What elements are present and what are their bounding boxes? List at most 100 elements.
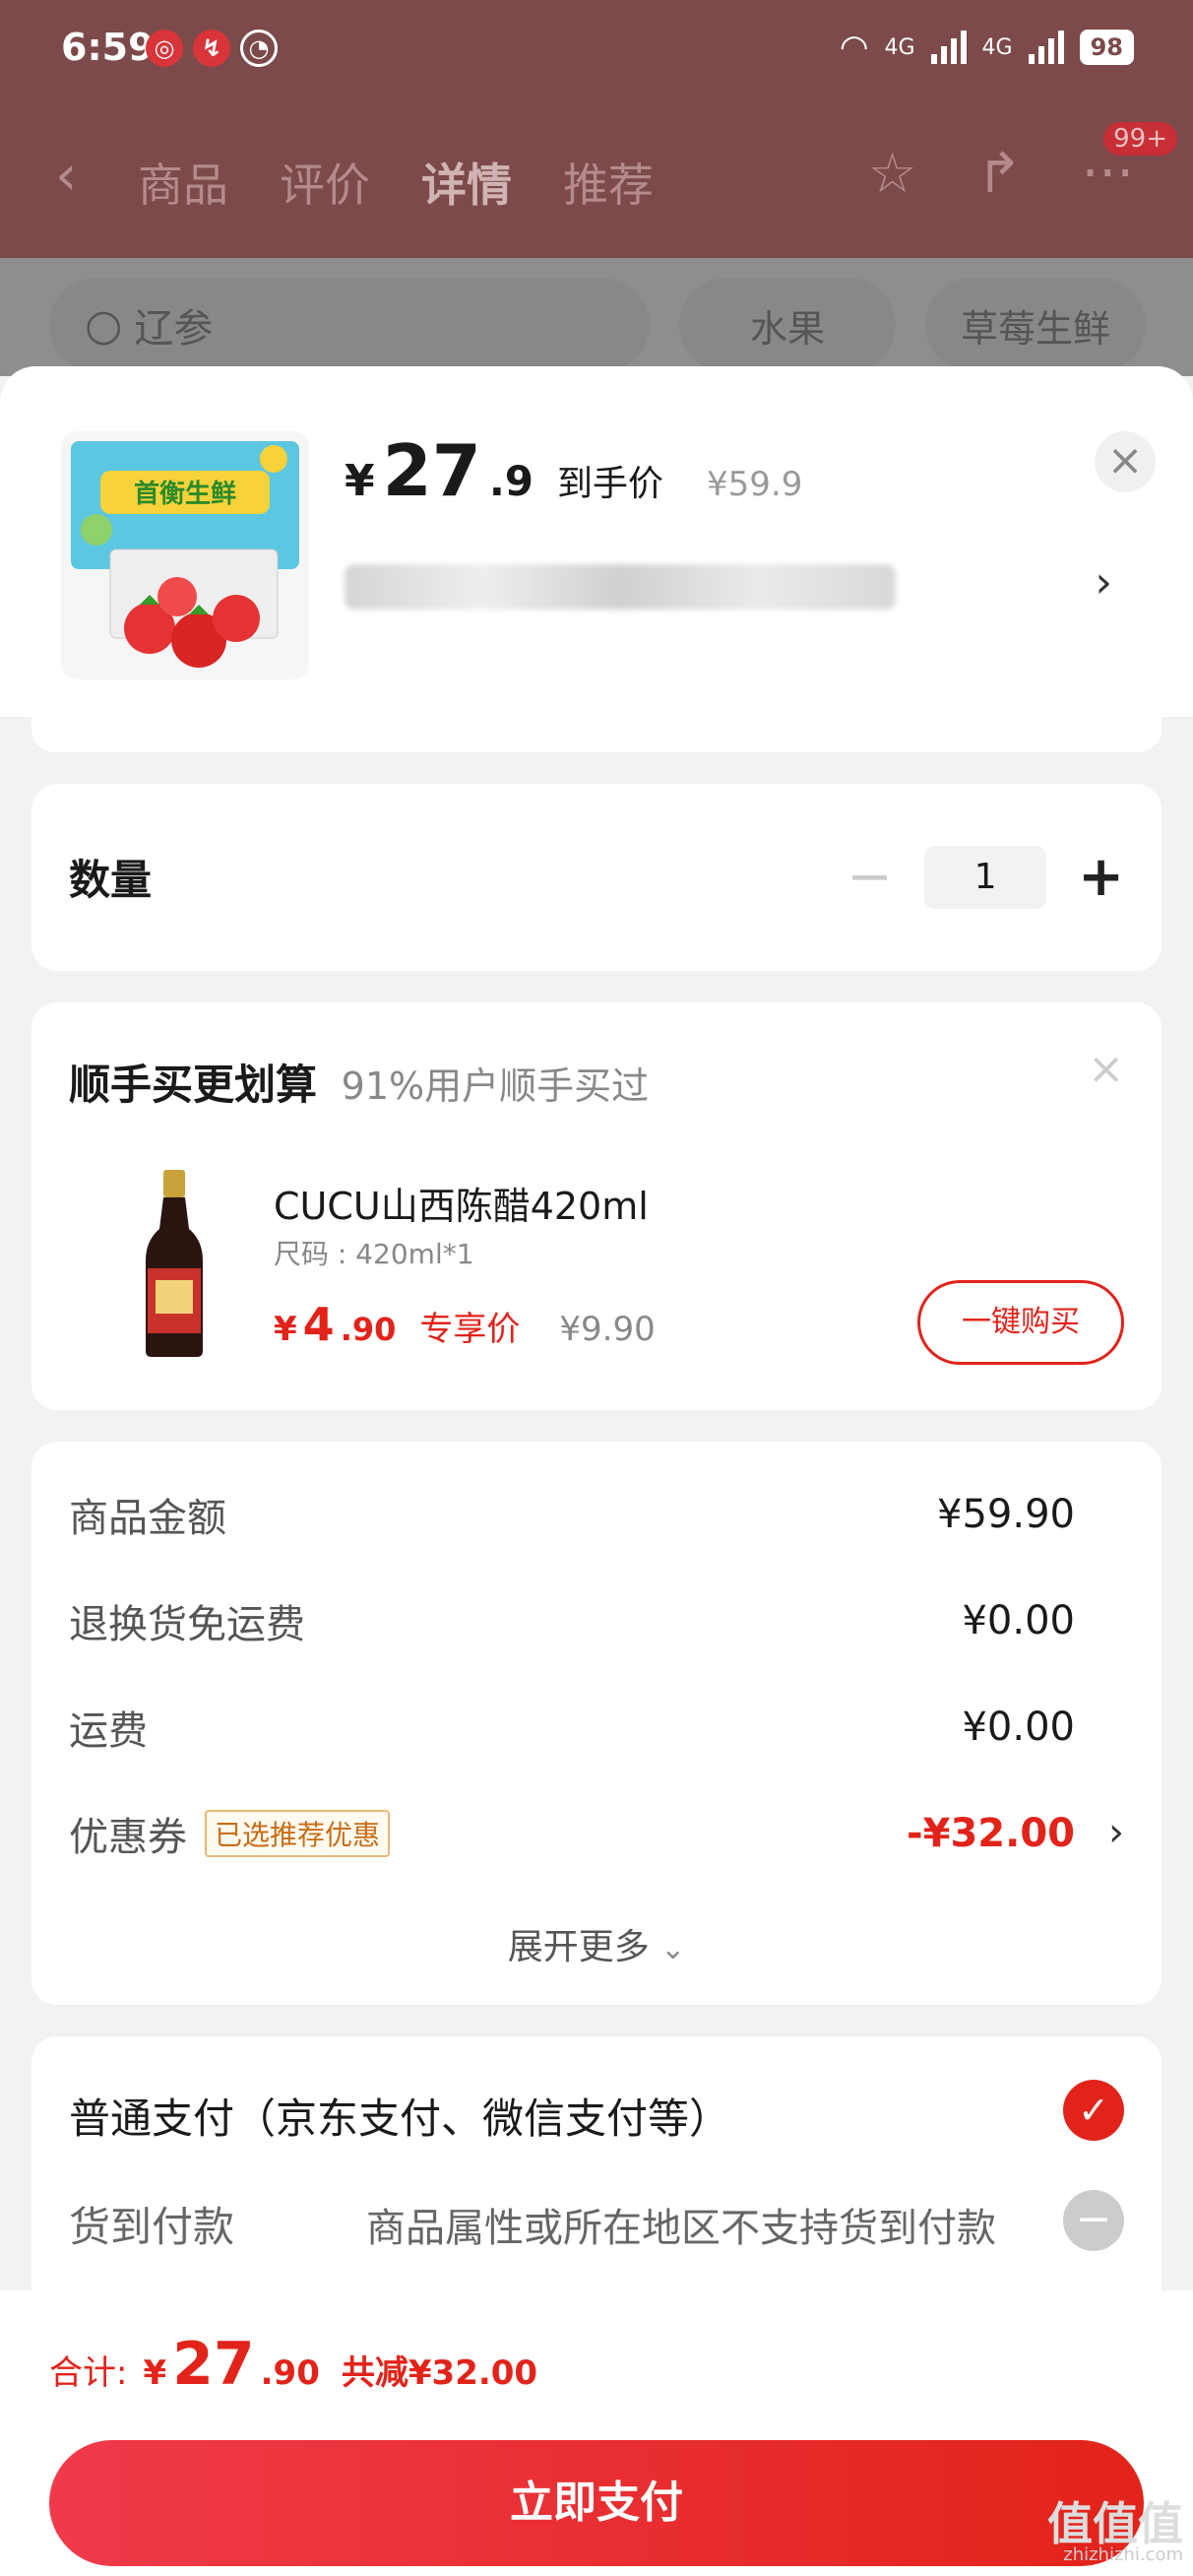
quantity-stepper: − 1 + — [847, 845, 1124, 909]
nav-tabs: 商品 评价 详情 推荐 — [138, 150, 654, 215]
checkout-footer: 合计: ¥ 27 .90 共减¥32.00 立即支付 值值值 zhizhizhi… — [0, 2290, 1193, 2576]
one-click-buy-button[interactable]: 一键购买 — [917, 1280, 1124, 1365]
vinegar-bottle-image — [130, 1170, 219, 1357]
upsell-item-name: CUCU山西陈醋420ml — [274, 1185, 649, 1228]
coupon-label: 优惠券 — [69, 1815, 187, 1860]
price-integer: 27 — [382, 429, 481, 512]
price-decimal: .9 — [488, 457, 534, 505]
summary-value: ¥59.90 — [937, 1492, 1075, 1537]
upsell-price-label: 专享价 — [419, 1310, 521, 1349]
total-decimal: .90 — [260, 2353, 320, 2393]
status-time: 6:59 — [61, 26, 155, 69]
summary-row: 运费 ¥0.00 — [69, 1698, 1075, 1757]
chevron-down-icon: ⌄ — [660, 1932, 686, 1966]
tab-recommend[interactable]: 推荐 — [563, 150, 654, 215]
summary-value: ¥0.00 — [962, 1598, 1075, 1643]
checkout-sheet: 首衡生鲜 ¥ 27 .9 到手价 ¥59.9 × › 数量 − 1 + 顺手买更… — [0, 366, 1193, 2576]
total-saved: 共减¥32.00 — [341, 2353, 538, 2393]
summary-row: 退换货免运费 ¥0.00 — [69, 1591, 1075, 1650]
payment-normal-option[interactable]: 普通支付（京东支付、微信支付等） — [69, 2086, 730, 2146]
increase-button[interactable]: + — [1078, 845, 1124, 909]
search-input[interactable]: ○ 辽参 — [49, 278, 650, 372]
product-nav: ‹ 商品 评价 详情 推荐 ☆ ↱ ··· 99+ — [0, 122, 1193, 226]
order-total: 合计: ¥ 27 .90 共减¥32.00 — [49, 2330, 537, 2399]
summary-value: ¥0.00 — [962, 1705, 1075, 1750]
close-button[interactable]: × — [1095, 431, 1156, 492]
tab-reviews[interactable]: 评价 — [280, 150, 370, 215]
quantity-card: 数量 − 1 + — [31, 784, 1162, 971]
summary-row: 商品金额 ¥59.90 — [69, 1485, 1075, 1544]
upsell-card: 顺手买更划算 91%用户顺手买过 × CUCU山西陈醋420ml 尺码 : 42… — [31, 1002, 1162, 1410]
cod-unavailable-note: 商品属性或所在地区不支持货到付款 — [366, 2206, 996, 2251]
chevron-right-icon: › — [1095, 557, 1112, 608]
summary-label: 运费 — [69, 1708, 148, 1754]
decrease-button[interactable]: − — [847, 845, 893, 909]
total-currency: ¥ — [143, 2353, 167, 2393]
total-label: 合计: — [49, 2353, 128, 2393]
search-chip[interactable]: 草莓生鲜 — [925, 278, 1146, 372]
upsell-item-spec: 尺码 : 420ml*1 — [274, 1238, 474, 1270]
summary-label: 退换货免运费 — [69, 1602, 305, 1647]
product-price: ¥ 27 .9 到手价 ¥59.9 — [345, 429, 802, 512]
quantity-label: 数量 — [69, 856, 153, 904]
watermark-sub: zhizhizhi.com — [1063, 2544, 1183, 2565]
price-currency: ¥ — [345, 456, 375, 506]
upsell-price-decimal: .90 — [340, 1311, 397, 1348]
product-thumbnail: 首衡生鲜 — [61, 431, 309, 679]
pay-now-button[interactable]: 立即支付 — [49, 2440, 1144, 2566]
status-bar: 6:59 ◎ ↯ ◔ ◠ 4G 4G 98 — [0, 0, 1193, 98]
order-summary-card: 商品金额 ¥59.90 退换货免运费 ¥0.00 运费 ¥0.00 优惠券 已选… — [31, 1442, 1162, 2005]
thumb-brand-text: 首衡生鲜 — [134, 479, 236, 509]
app-notification-icon: ↯ — [193, 30, 230, 67]
watermark-text: 值值值 — [1047, 2497, 1183, 2550]
chevron-right-icon: › — [1108, 1810, 1124, 1855]
unavailable-icon: − — [1063, 2190, 1124, 2251]
battery-icon: 98 — [1079, 30, 1134, 65]
original-price: ¥59.9 — [707, 465, 803, 504]
upsell-close-icon[interactable]: × — [1088, 1044, 1124, 1094]
message-badge: 99+ — [1103, 122, 1177, 156]
coupon-tag: 已选推荐优惠 — [205, 1810, 391, 1857]
quantity-input[interactable]: 1 — [924, 845, 1047, 909]
background-search-bar: ○ 辽参 水果 草莓生鲜 — [0, 258, 1193, 376]
tab-product[interactable]: 商品 — [138, 150, 228, 215]
watermark: 值值值 zhizhizhi.com — [1047, 2501, 1183, 2564]
back-icon[interactable]: ‹ — [55, 144, 77, 208]
coupon-label-group: 优惠券 已选推荐优惠 — [69, 1805, 391, 1862]
payment-method-card: 普通支付（京东支付、微信支付等） ✓ 货到付款 商品属性或所在地区不支持货到付款… — [31, 2036, 1162, 2332]
upsell-title-text: 顺手买更划算 — [69, 1061, 318, 1109]
check-icon[interactable]: ✓ — [1063, 2080, 1124, 2141]
app-notification-icon: ◎ — [146, 30, 183, 67]
nav-actions: ☆ ↱ ··· — [867, 142, 1134, 206]
blurred-address — [345, 564, 896, 610]
upsell-subtitle: 91%用户顺手买过 — [341, 1064, 650, 1108]
summary-label: 商品金额 — [69, 1496, 226, 1541]
tab-details[interactable]: 详情 — [421, 150, 512, 215]
upsell-price: ¥ 4 .90 专享价 ¥9.90 — [274, 1298, 656, 1351]
expand-more-button[interactable]: 展开更多 ⌄ — [31, 1918, 1162, 1969]
search-query: 辽参 — [134, 306, 214, 352]
address-selector[interactable]: › — [345, 547, 1112, 626]
search-icon: ○ — [85, 299, 123, 351]
spec-section-edge — [31, 717, 1162, 752]
upsell-original-price: ¥9.90 — [559, 1310, 656, 1349]
coupon-value: -¥32.00 — [907, 1811, 1075, 1856]
background-header: 6:59 ◎ ↯ ◔ ◠ 4G 4G 98 ‹ 商品 评价 详情 推荐 ☆ ↱ … — [0, 0, 1193, 258]
signal-icon — [1028, 31, 1064, 64]
favorite-star-icon[interactable]: ☆ — [867, 142, 916, 206]
share-icon[interactable]: ↱ — [976, 142, 1023, 206]
payment-cod-option: 货到付款 — [69, 2203, 235, 2251]
network-type-1: 4G — [884, 34, 915, 60]
price-label: 到手价 — [557, 464, 664, 504]
upsell-price-integer: 4 — [302, 1298, 335, 1351]
wifi-icon: ◠ — [839, 28, 869, 67]
expand-more-label: 展开更多 — [507, 1927, 650, 1967]
search-chip[interactable]: 水果 — [679, 278, 896, 372]
signal-icon — [930, 31, 967, 64]
coupon-row[interactable]: 优惠券 已选推荐优惠 -¥32.00 — [69, 1804, 1075, 1863]
status-indicators: ◠ 4G 4G 98 — [840, 28, 1134, 67]
upsell-title: 顺手买更划算 91%用户顺手买过 — [69, 1052, 649, 1112]
total-integer: 27 — [172, 2330, 255, 2399]
upsell-currency: ¥ — [274, 1310, 297, 1349]
product-header: 首衡生鲜 ¥ 27 .9 到手价 ¥59.9 × › — [0, 366, 1193, 717]
